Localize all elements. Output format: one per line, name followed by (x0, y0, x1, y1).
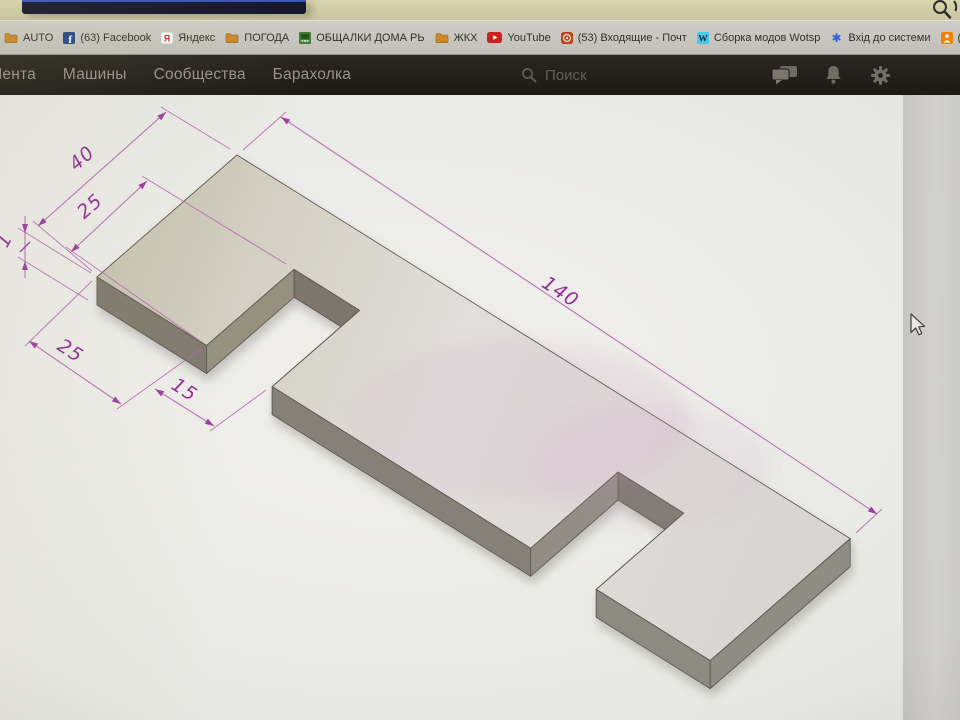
search-icon (521, 67, 538, 84)
svg-text:Я: Я (164, 33, 170, 43)
bookmark-item[interactable]: Я Яндекс (161, 32, 215, 44)
search-box[interactable]: Поиск (521, 55, 587, 95)
svg-text:f: f (69, 34, 73, 44)
nav-item-1[interactable]: Машины (63, 66, 127, 84)
wot-icon: W (697, 32, 709, 44)
kyivstar-icon: ✱ (830, 31, 843, 44)
svg-text:✱: ✱ (832, 31, 842, 44)
nav-item-0[interactable]: Лента (0, 66, 36, 84)
bookmark-label: Яндекс (178, 32, 215, 44)
svg-text:W: W (698, 34, 708, 43)
bookmark-label: ПОГОДА (244, 32, 289, 44)
ok-icon (941, 32, 953, 44)
bookmark-item[interactable]: AUTO (4, 32, 53, 44)
mail-icon (561, 32, 573, 44)
dimension-label: 25 (53, 335, 87, 368)
bookmark-item[interactable]: f (63) Facebook (63, 32, 151, 44)
window-top-strip (0, 0, 960, 21)
bookmark-label: (63) Facebook (80, 32, 151, 44)
dimension-label: 25 (73, 190, 107, 224)
dimension-label: 15 (167, 374, 201, 407)
bookmarks-bar: AUTO f (63) Facebook Я Яндекс ПОГОДА ОБЩАЛКИ Д… (0, 20, 960, 55)
nav-item-2[interactable]: Сообщества (154, 66, 246, 84)
green-app-icon (299, 32, 311, 44)
folder-icon (4, 32, 18, 44)
site-navbar: Лента Машины Сообщества Барахолка Поиск (0, 55, 960, 95)
youtube-icon (487, 32, 502, 43)
bell-icon (824, 64, 843, 86)
cad-drawing: 40 25 1 25 15 140 (0, 0, 960, 720)
gear-icon (869, 64, 892, 87)
bookmark-label: (53) Входящие - Почт (578, 32, 687, 44)
notifications-button[interactable] (824, 55, 843, 95)
bookmark-item[interactable]: YouTube (487, 32, 550, 44)
dimension-label: 1 (0, 229, 17, 251)
bookmark-item[interactable]: (79) Одно (941, 32, 960, 44)
dimension-label: 140 (538, 272, 583, 312)
bookmark-label: Вхід до системи (848, 32, 930, 44)
browser-window-frame (22, 0, 306, 14)
magnifier-icon (926, 0, 960, 20)
messages-button[interactable] (771, 55, 799, 95)
bookmark-item[interactable]: ОБЩАЛКИ ДОМА РЬ (299, 32, 424, 44)
settings-button[interactable] (869, 55, 892, 95)
yandex-icon: Я (161, 32, 173, 44)
bookmark-label: Сборка модов Wotsp (714, 32, 821, 44)
messages-icon (771, 64, 799, 86)
bookmark-label: ЖКХ (454, 32, 478, 44)
bookmark-item[interactable]: ПОГОДА (225, 32, 289, 44)
bookmark-item[interactable]: W Сборка модов Wotsp (697, 32, 821, 44)
screen-photo: AUTO f (63) Facebook Я Яндекс ПОГОДА ОБЩАЛКИ Д… (0, 0, 960, 720)
folder-icon (225, 32, 239, 44)
facebook-icon: f (63, 32, 75, 44)
nav-item-3[interactable]: Барахолка (273, 66, 351, 84)
bookmark-label: YouTube (507, 32, 550, 44)
dimension-label: 40 (65, 142, 99, 176)
folder-icon (435, 32, 449, 44)
bookmark-label: AUTO (23, 32, 53, 44)
bookmark-label: ОБЩАЛКИ ДОМА РЬ (316, 32, 424, 44)
bookmark-item[interactable]: ЖКХ (435, 32, 478, 44)
bookmark-item[interactable]: (53) Входящие - Почт (561, 32, 687, 44)
bookmark-item[interactable]: ✱ Вхід до системи (830, 31, 930, 44)
search-placeholder: Поиск (545, 67, 587, 84)
mouse-cursor (908, 313, 928, 339)
nav-menu: Лента Машины Сообщества Барахолка (0, 55, 351, 95)
